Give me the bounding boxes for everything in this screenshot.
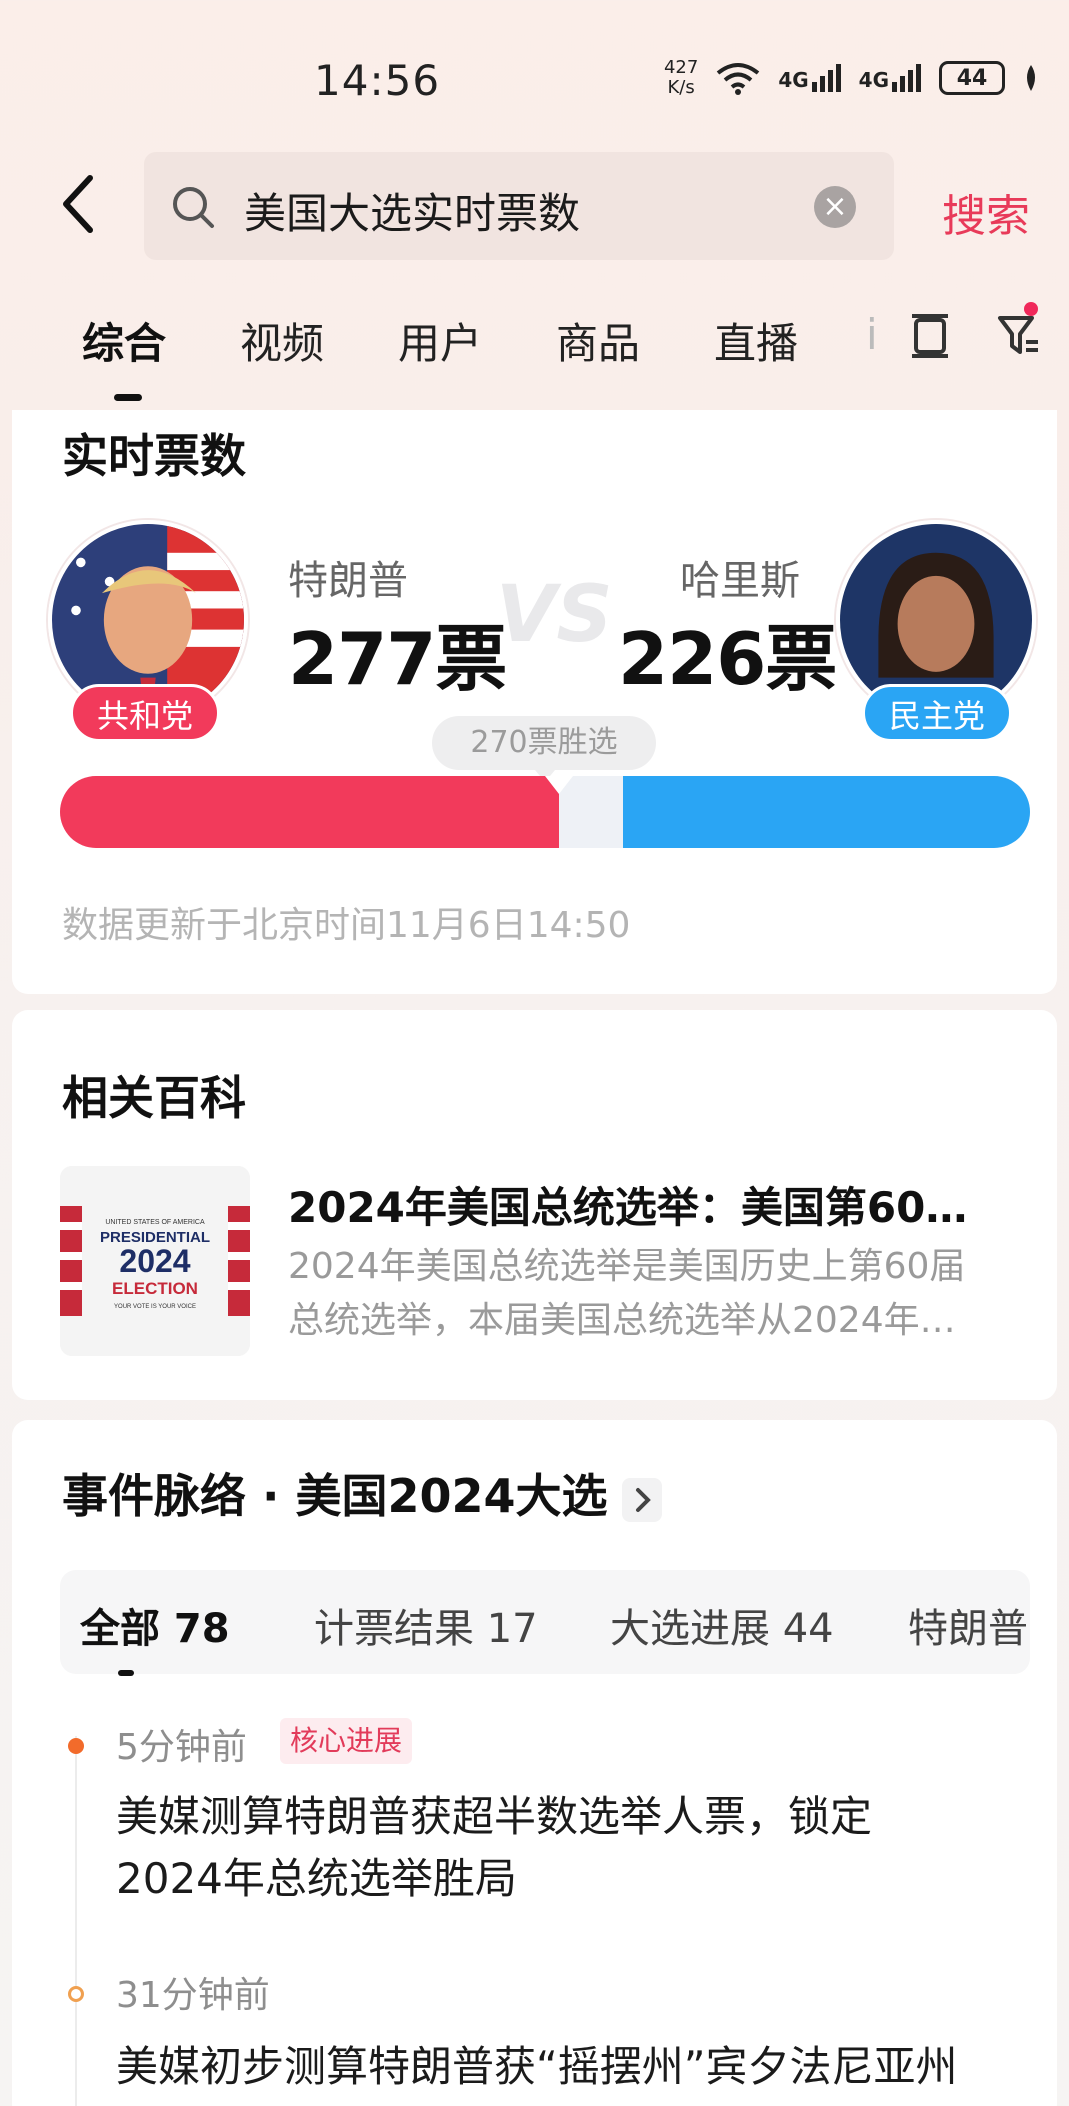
wiki-item-title[interactable]: 2024年美国总统选举：美国第60… bbox=[288, 1174, 967, 1235]
search-button[interactable]: 搜索 bbox=[942, 180, 1030, 244]
wiki-desc-line-1: 2024年美国总统选举是美国历史上第60届 bbox=[288, 1246, 966, 1287]
cell-signal-2: 4G bbox=[859, 64, 921, 92]
search-header: 美国大选实时票数 × 搜索 bbox=[0, 152, 1069, 260]
wiki-item-description: 2024年美国总统选举是美国历史上第60届 总统选举，本届美国总统选举从2024… bbox=[288, 1240, 1008, 1348]
wiki-thumbnail[interactable]: UNITED STATES OF AMERICA PRESIDENTIAL 20… bbox=[60, 1166, 250, 1356]
event-headline-line-2: 2024年总统选举胜局 bbox=[116, 1854, 517, 1903]
notification-dot bbox=[1024, 302, 1038, 316]
event-headline[interactable]: 美媒测算特朗普获超半数选举人票，锁定 2024年总统选举胜局 bbox=[116, 1786, 1016, 1910]
battery-icon: 44 bbox=[939, 61, 1005, 95]
wifi-icon bbox=[717, 63, 760, 95]
network-speed: 427 K/s bbox=[664, 58, 698, 98]
related-wiki-title: 相关百科 bbox=[62, 1071, 246, 1125]
timeline-card: 事件脉络 · 美国2024大选 全部 78 计票结果 17 大选进展 44 特朗… bbox=[12, 1420, 1057, 2106]
status-time: 14:56 bbox=[314, 56, 441, 105]
status-bar: 14:56 427 K/s 4G 4G 44 bbox=[0, 0, 1069, 150]
trump-name: 特朗普 bbox=[288, 558, 408, 604]
win-threshold-label: 270票胜选 bbox=[432, 716, 656, 770]
timeline-dot bbox=[68, 1986, 84, 2002]
clear-search-button[interactable]: × bbox=[814, 186, 856, 228]
signal-bars-icon bbox=[892, 64, 921, 92]
timeline-dot-active bbox=[68, 1738, 84, 1754]
thumb-line2-text: ELECTION bbox=[112, 1279, 198, 1298]
subtab-all[interactable]: 全部 78 bbox=[80, 1596, 230, 1654]
core-progress-tag: 核心进展 bbox=[280, 1718, 413, 1764]
event-time: 5分钟前 bbox=[116, 1727, 247, 1768]
harris-vote-bar bbox=[622, 776, 1030, 848]
search-input[interactable]: 美国大选实时票数 × bbox=[144, 152, 894, 260]
event-headline[interactable]: 美媒初步测算特朗普获“摇摆州”宾夕法尼亚州 bbox=[116, 2036, 1016, 2098]
network-speed-value: 427 bbox=[663, 57, 699, 78]
search-icon bbox=[173, 187, 214, 228]
status-icons: 427 K/s 4G 4G 44 bbox=[664, 58, 1039, 98]
subtab-vote-results[interactable]: 计票结果 17 bbox=[314, 1596, 538, 1654]
tab-live[interactable]: 直播 bbox=[714, 310, 798, 371]
subtab-election-progress[interactable]: 大选进展 44 bbox=[610, 1596, 834, 1654]
timeline-title: 事件脉络 · 美国2024大选 bbox=[62, 1469, 608, 1523]
close-icon: × bbox=[822, 189, 848, 224]
timeline-title-row[interactable]: 事件脉络 · 美国2024大选 bbox=[62, 1460, 662, 1526]
timeline-line bbox=[75, 1736, 77, 2106]
tab-all[interactable]: 综合 bbox=[82, 310, 166, 371]
cell-signal-2-label: 4G bbox=[858, 68, 889, 92]
subtab-trump[interactable]: 特朗普 bbox=[908, 1596, 1028, 1654]
cell-signal-1: 4G bbox=[778, 64, 841, 92]
card-view-icon[interactable] bbox=[910, 312, 950, 360]
event-time: 31分钟前 bbox=[116, 1975, 270, 2016]
tab-video[interactable]: 视频 bbox=[240, 310, 324, 371]
vs-label: VS bbox=[496, 570, 613, 660]
chevron-right-icon bbox=[621, 1477, 662, 1522]
trump-votes: 277票 bbox=[288, 617, 507, 701]
related-wiki-card: 相关百科 UNITED STATES OF AMERICA PRESIDENTI… bbox=[12, 1010, 1057, 1400]
thumb-year-text: 2024 bbox=[119, 1243, 190, 1279]
thumb-top-text: UNITED STATES OF AMERICA bbox=[105, 1219, 205, 1226]
tab-users[interactable]: 用户 bbox=[398, 310, 482, 371]
event-headline-line-1: 美媒测算特朗普获超半数选举人票，锁定 bbox=[116, 1792, 873, 1841]
active-tab-indicator bbox=[114, 394, 142, 401]
network-speed-unit: K/s bbox=[667, 77, 695, 98]
republican-badge: 共和党 bbox=[70, 684, 220, 742]
realtime-votes-title: 实时票数 bbox=[62, 429, 246, 483]
thumb-bottom-text: YOUR VOTE IS YOUR VOICE bbox=[114, 1304, 196, 1310]
tab-products[interactable]: 商品 bbox=[556, 310, 640, 371]
result-type-tabs: 综合 视频 用户 商品 直播 i bbox=[0, 300, 1069, 410]
harris-name: 哈里斯 bbox=[680, 558, 800, 604]
chevron-left-icon bbox=[63, 175, 93, 233]
election-logo-image: UNITED STATES OF AMERICA PRESIDENTIAL 20… bbox=[60, 1166, 250, 1356]
realtime-votes-card: 实时票数 共和党 特朗普 277票 VS 哈里斯 226票 民主党 270票胜选 bbox=[12, 410, 1057, 994]
democrat-badge: 民主党 bbox=[862, 684, 1012, 742]
harris-votes: 226票 bbox=[618, 617, 837, 701]
back-button[interactable] bbox=[56, 174, 106, 234]
update-timestamp: 数据更新于北京时间11月6日14:50 bbox=[62, 905, 631, 946]
wiki-desc-line-2: 总统选举，本届美国总统选举从2024年… bbox=[288, 1300, 956, 1341]
tab-more-faded[interactable]: i bbox=[866, 310, 878, 359]
timeline-filter-tabs: 全部 78 计票结果 17 大选进展 44 特朗普 bbox=[60, 1570, 1030, 1674]
search-query: 美国大选实时票数 bbox=[244, 189, 581, 238]
signal-bars-icon bbox=[811, 64, 841, 92]
cell-signal-1-label: 4G bbox=[778, 68, 809, 92]
active-subtab-indicator bbox=[118, 1670, 134, 1676]
trump-vote-bar bbox=[60, 776, 560, 848]
leaf-icon bbox=[1027, 65, 1035, 91]
threshold-marker bbox=[545, 776, 574, 794]
event-headline-line-1: 美媒初步测算特朗普获“摇摆州”宾夕法尼亚州 bbox=[116, 2042, 958, 2091]
filter-icon[interactable] bbox=[996, 312, 1040, 360]
